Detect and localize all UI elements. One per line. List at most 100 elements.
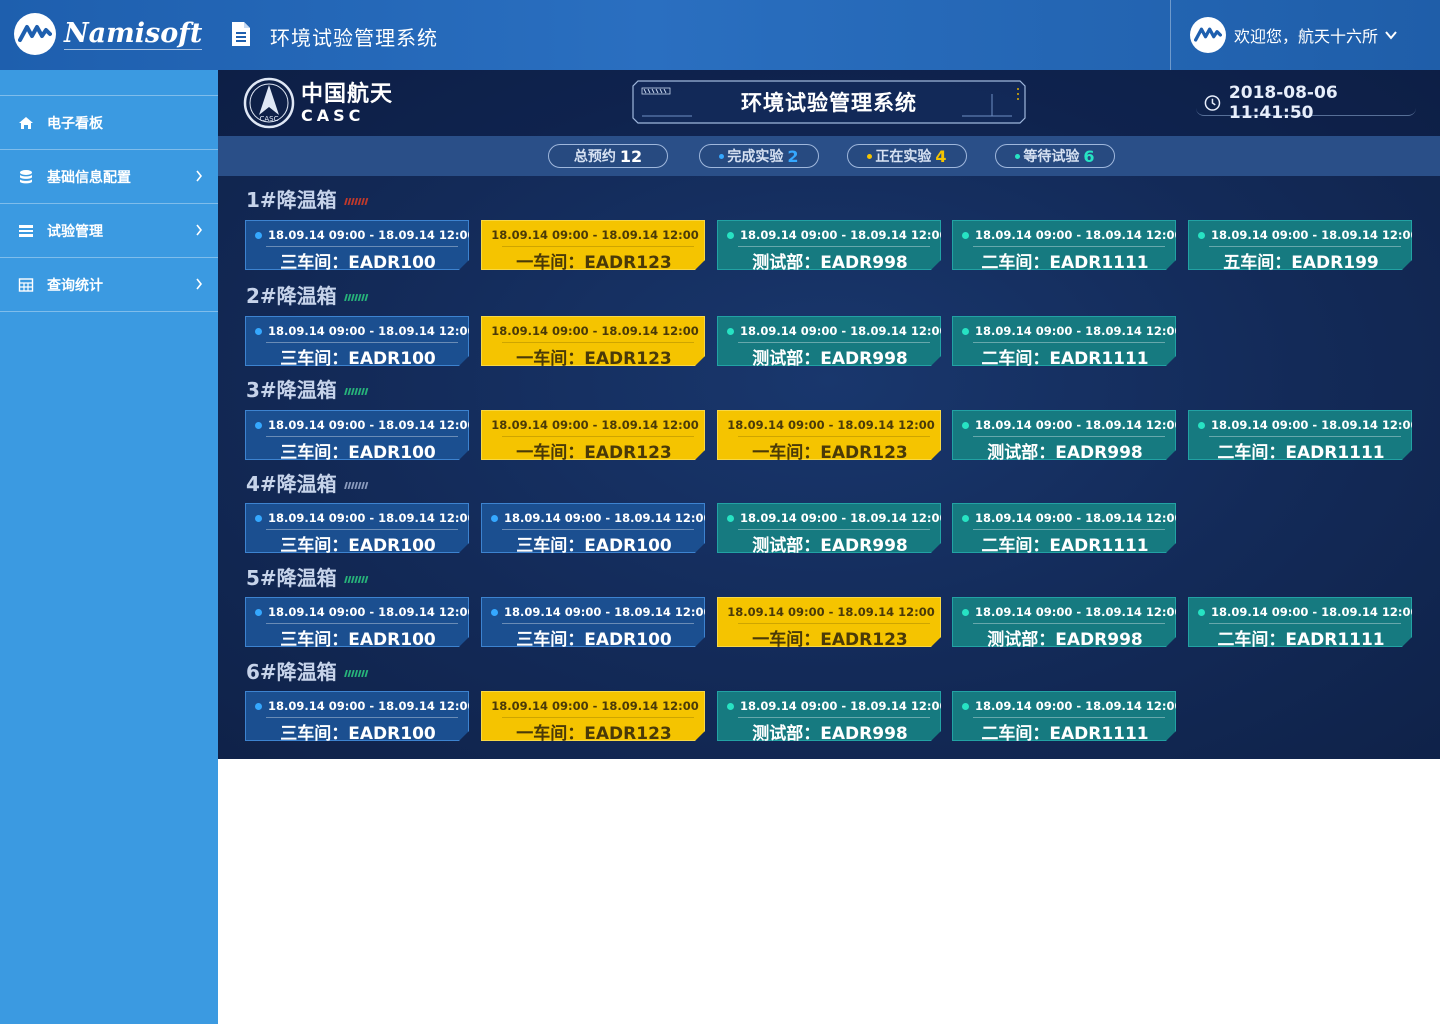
- booking-card[interactable]: 18.09.14 09:00 - 18.09.14 12:00 测试部：EADR9…: [717, 691, 941, 741]
- booking-time-row: 18.09.14 09:00 - 18.09.14 12:00: [1197, 417, 1412, 433]
- booking-card[interactable]: 18.09.14 09:00 - 18.09.14 12:00 测试部：EADR9…: [717, 503, 941, 553]
- sidebar-item-1[interactable]: 基础信息配置: [0, 150, 218, 204]
- booking-label: 一车间：EADR123: [752, 630, 908, 650]
- status-dot-icon: [727, 232, 734, 239]
- app-title: 环境试验管理系统: [270, 26, 438, 50]
- dashboard-board: CASC 中国航天 CASC 环境试验管理系统 2018-08-06 11:41…: [218, 70, 1440, 759]
- booking-label: 三车间：EADR100: [280, 253, 436, 273]
- booking-time: 18.09.14 09:00 - 18.09.14 12:00: [975, 511, 1183, 525]
- chamber-title-text: 6#降温箱: [246, 660, 337, 684]
- sidebar-menu: 电子看板 基础信息配置 试验管理查询统计: [0, 95, 218, 312]
- booking-label: 三车间：EADR100: [280, 443, 436, 463]
- chevron-right-icon[interactable]: [195, 170, 203, 182]
- stripe-decoration-icon: [343, 670, 368, 677]
- namisoft-logo[interactable]: Namisoft: [14, 11, 203, 57]
- booking-card[interactable]: 18.09.14 09:00 - 18.09.14 12:00 三车间：EADR1…: [481, 597, 705, 647]
- dashboard-header: CASC 中国航天 CASC 环境试验管理系统 2018-08-06 11:41…: [218, 70, 1440, 136]
- card-divider: [738, 436, 930, 437]
- booking-card[interactable]: 18.09.14 09:00 - 18.09.14 12:00 测试部：EADR9…: [717, 316, 941, 366]
- booking-label: 一车间：EADR123: [516, 724, 672, 744]
- status-dot-icon: [727, 328, 734, 335]
- booking-label: 二车间：EADR1111: [981, 349, 1149, 369]
- document-icon: [232, 22, 250, 46]
- booking-card[interactable]: 18.09.14 09:00 - 18.09.14 12:00 三车间：EADR1…: [481, 503, 705, 553]
- booking-time-row: 18.09.14 09:00 - 18.09.14 12:00: [254, 698, 469, 714]
- booking-time: 18.09.14 09:00 - 18.09.14 12:00: [491, 228, 699, 242]
- card-divider: [502, 342, 694, 343]
- stat-pill-1[interactable]: 完成实验 2: [699, 144, 819, 168]
- card-divider: [502, 246, 694, 247]
- chevron-right-icon[interactable]: [195, 278, 203, 290]
- stat-pill-0[interactable]: 总预约 12: [548, 144, 668, 168]
- casc-logo: CASC 中国航天 CASC: [243, 77, 393, 129]
- booking-time: 18.09.14 09:00 - 18.09.14 12:00: [727, 418, 935, 432]
- booking-card[interactable]: 18.09.14 09:00 - 18.09.14 12:00 二车间：EADR1…: [952, 316, 1176, 366]
- booking-label: 测试部：EADR998: [752, 253, 908, 273]
- booking-card[interactable]: 18.09.14 09:00 - 18.09.14 12:00 测试部：EADR9…: [717, 220, 941, 270]
- stripe-decoration-icon: [343, 482, 368, 489]
- booking-card[interactable]: 18.09.14 09:00 - 18.09.14 12:00 三车间：EADR1…: [245, 597, 469, 647]
- booking-time-row: 18.09.14 09:00 - 18.09.14 12:00: [961, 698, 1176, 714]
- sidebar-item-2[interactable]: 试验管理: [0, 204, 218, 258]
- booking-card[interactable]: 18.09.14 09:00 - 18.09.14 12:00 测试部：EADR9…: [952, 410, 1176, 460]
- booking-card[interactable]: 18.09.14 09:00 - 18.09.14 12:00 二车间：EADR1…: [952, 220, 1176, 270]
- sidebar-item-3[interactable]: 查询统计: [0, 258, 218, 312]
- booking-card[interactable]: 18.09.14 09:00 - 18.09.14 12:00 测试部：EADR9…: [952, 597, 1176, 647]
- sidebar-item-0[interactable]: 电子看板: [0, 96, 218, 150]
- namisoft-logo-icon: [14, 13, 56, 55]
- booking-card[interactable]: 18.09.14 09:00 - 18.09.14 12:00 二车间：EADR1…: [1188, 597, 1412, 647]
- top-bar: Namisoft 环境试验管理系统 欢迎您，航天十六所: [0, 0, 1440, 70]
- booking-card[interactable]: 18.09.14 09:00 - 18.09.14 12:00 三车间：EADR1…: [245, 410, 469, 460]
- card-divider: [738, 717, 930, 718]
- chamber-title-text: 1#降温箱: [246, 188, 337, 212]
- booking-card[interactable]: 18.09.14 09:00 - 18.09.14 12:00 二车间：EADR1…: [952, 503, 1176, 553]
- chevron-down-icon[interactable]: [1384, 28, 1398, 42]
- booking-label: 二车间：EADR1111: [981, 253, 1149, 273]
- database-icon: [18, 169, 34, 185]
- chamber-title: 6#降温箱: [246, 656, 369, 685]
- status-dot-icon: [255, 422, 262, 429]
- stat-pill-3[interactable]: 等待试验 6: [995, 144, 1115, 168]
- card-divider: [973, 529, 1165, 530]
- booking-card[interactable]: 18.09.14 09:00 - 18.09.14 12:00 二车间：EADR1…: [952, 691, 1176, 741]
- casc-emblem-icon: CASC: [243, 77, 295, 129]
- booking-card[interactable]: 18.09.14 09:00 - 18.09.14 12:00 五车间：EADR1…: [1188, 220, 1412, 270]
- card-divider: [266, 342, 458, 343]
- status-dot-icon: [1015, 153, 1021, 159]
- sidebar-item-label: 查询统计: [47, 277, 103, 294]
- booking-time: 18.09.14 09:00 - 18.09.14 12:00: [740, 511, 948, 525]
- table-icon: [18, 277, 34, 293]
- card-divider: [266, 529, 458, 530]
- booking-card[interactable]: 18.09.14 09:00 - 18.09.14 12:00 三车间：EADR1…: [245, 220, 469, 270]
- booking-card[interactable]: 18.09.14 09:00 - 18.09.14 12:00 一车间：EADR1…: [481, 220, 705, 270]
- booking-card[interactable]: 18.09.14 09:00 - 18.09.14 12:00 一车间：EADR1…: [481, 691, 705, 741]
- booking-time-row: 18.09.14 09:00 - 18.09.14 12:00: [254, 323, 469, 339]
- booking-time-row: 18.09.14 09:00 - 18.09.14 12:00: [726, 227, 941, 243]
- booking-time-row: 18.09.14 09:00 - 18.09.14 12:00: [961, 604, 1176, 620]
- booking-time-row: 18.09.14 09:00 - 18.09.14 12:00: [490, 604, 705, 620]
- booking-time-row: 18.09.14 09:00 - 18.09.14 12:00: [490, 227, 700, 243]
- booking-card[interactable]: 18.09.14 09:00 - 18.09.14 12:00 一车间：EADR1…: [717, 597, 941, 647]
- stat-pill-2[interactable]: 正在实验 4: [847, 144, 967, 168]
- datetime-display: 2018-08-06 11:41:50: [1196, 83, 1416, 123]
- booking-card[interactable]: 18.09.14 09:00 - 18.09.14 12:00 一车间：EADR1…: [481, 410, 705, 460]
- booking-time-row: 18.09.14 09:00 - 18.09.14 12:00: [961, 417, 1176, 433]
- booking-time: 18.09.14 09:00 - 18.09.14 12:00: [491, 418, 699, 432]
- datetime-text: 2018-08-06 11:41:50: [1228, 82, 1338, 123]
- card-divider: [738, 342, 930, 343]
- booking-card[interactable]: 18.09.14 09:00 - 18.09.14 12:00 一车间：EADR1…: [717, 410, 941, 460]
- booking-card[interactable]: 18.09.14 09:00 - 18.09.14 12:00 三车间：EADR1…: [245, 503, 469, 553]
- booking-card[interactable]: 18.09.14 09:00 - 18.09.14 12:00 三车间：EADR1…: [245, 691, 469, 741]
- booking-card[interactable]: 18.09.14 09:00 - 18.09.14 12:00 二车间：EADR1…: [1188, 410, 1412, 460]
- booking-card[interactable]: 18.09.14 09:00 - 18.09.14 12:00 三车间：EADR1…: [245, 316, 469, 366]
- user-menu[interactable]: 欢迎您，航天十六所: [1170, 0, 1440, 70]
- user-avatar-icon: [1190, 17, 1226, 53]
- booking-card[interactable]: 18.09.14 09:00 - 18.09.14 12:00 一车间：EADR1…: [481, 316, 705, 366]
- chevron-right-icon[interactable]: [195, 224, 203, 236]
- booking-time-row: 18.09.14 09:00 - 18.09.14 12:00: [961, 323, 1176, 339]
- booking-label: 一车间：EADR123: [752, 443, 908, 463]
- sidebar: 电子看板 基础信息配置 试验管理查询统计: [0, 70, 218, 1024]
- booking-time: 18.09.14 09:00 - 18.09.14 12:00: [740, 699, 948, 713]
- booking-time-row: 18.09.14 09:00 - 18.09.14 12:00: [961, 227, 1176, 243]
- card-divider: [502, 717, 694, 718]
